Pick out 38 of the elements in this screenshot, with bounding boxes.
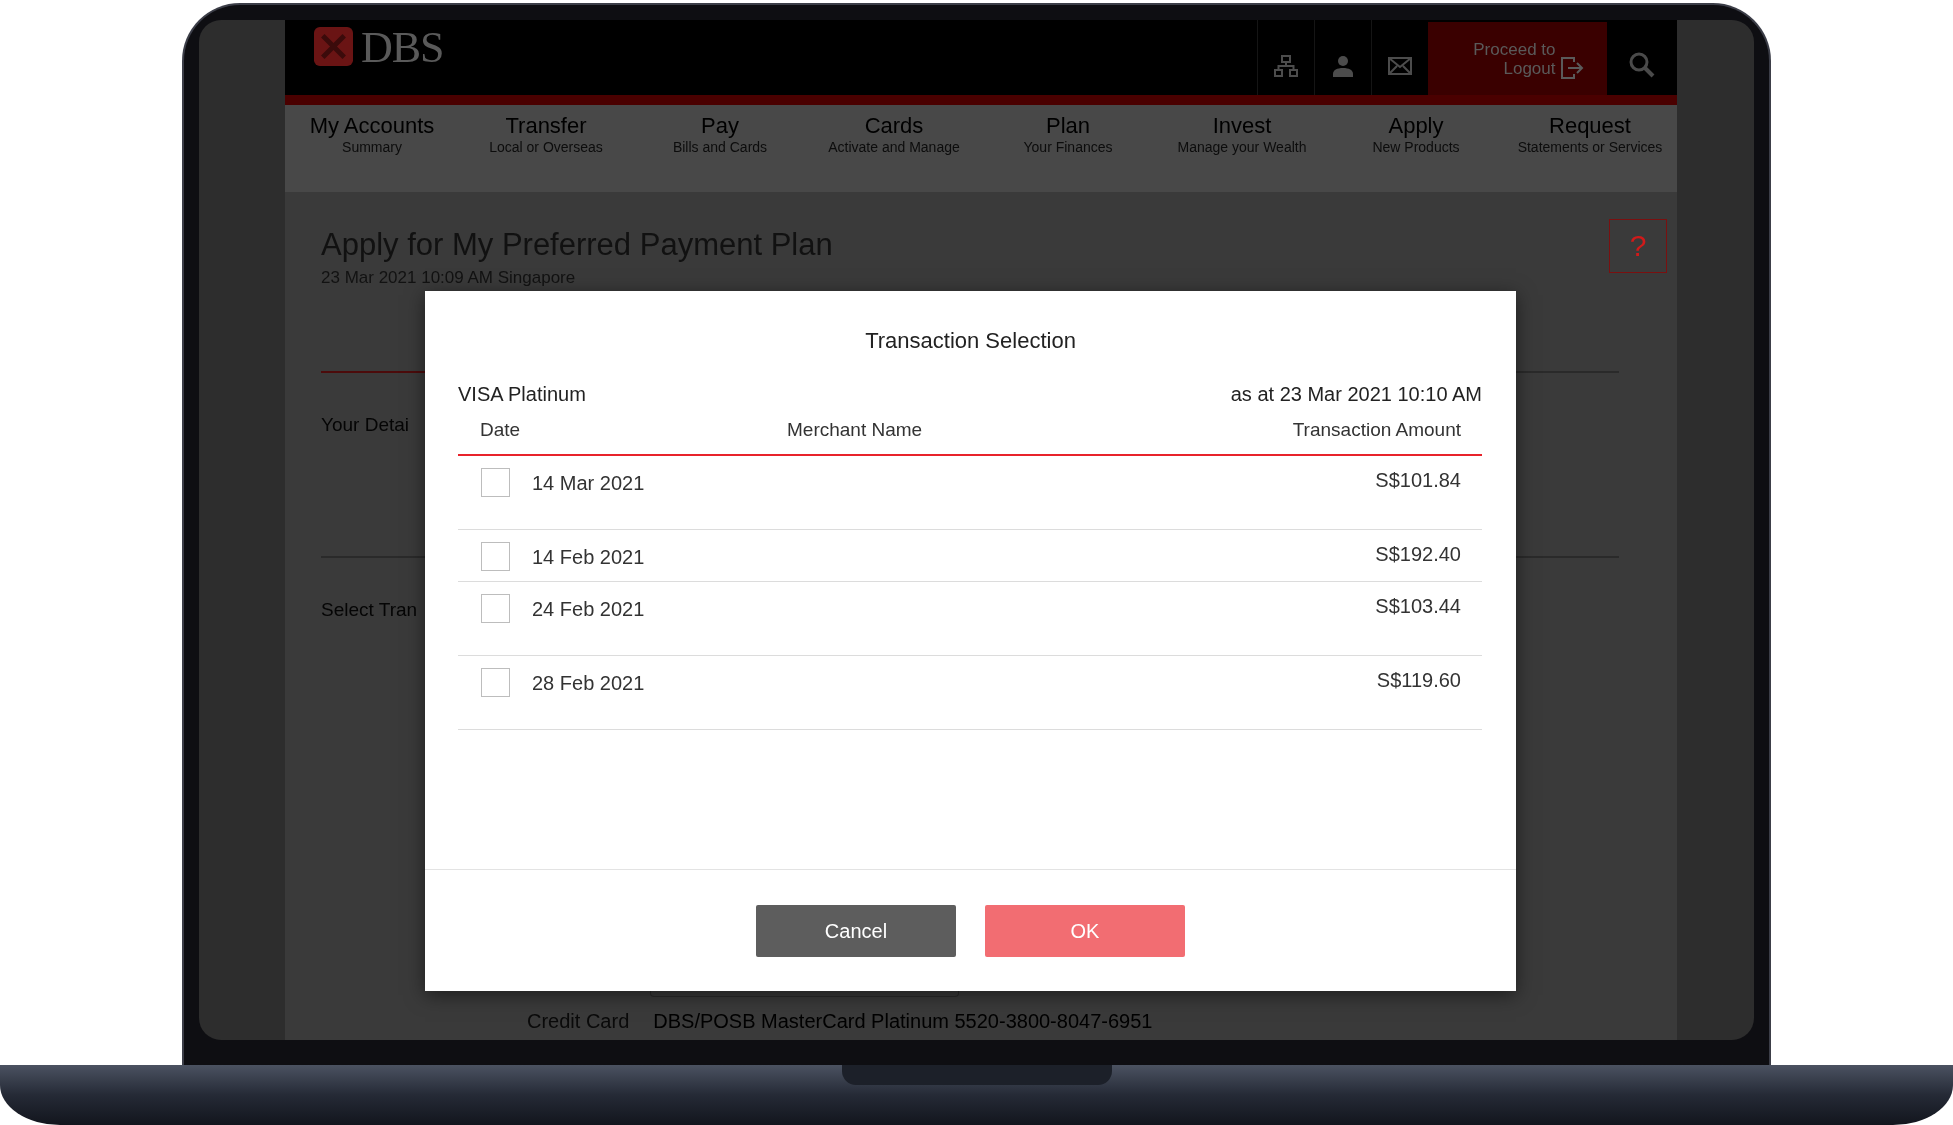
- nav-item[interactable]: Invest Manage your Wealth: [1155, 105, 1329, 192]
- sitemap-icon[interactable]: [1274, 54, 1298, 77]
- ok-button[interactable]: OK: [985, 904, 1185, 957]
- as-at-date: as at 23 Mar 2021 10:10 AM: [1230, 382, 1482, 406]
- date-cell: 28 Feb 2021: [532, 670, 645, 695]
- checkbox[interactable]: [481, 542, 510, 571]
- field-value: DBS/POSB MasterCard Platinum 5520-3800-8047-6951: [653, 1008, 1153, 1033]
- help-button[interactable]: ?: [1609, 219, 1667, 273]
- amount-cell: S$101.84: [1375, 468, 1461, 492]
- checkbox[interactable]: [481, 668, 510, 697]
- mail-icon[interactable]: [1388, 56, 1412, 75]
- column-header: Date: [480, 418, 521, 442]
- nav-item[interactable]: Cards Activate and Manage: [807, 105, 981, 192]
- cancel-button[interactable]: Cancel: [756, 904, 956, 957]
- date-cell: 14 Mar 2021: [532, 470, 645, 495]
- nav-item[interactable]: Pay Bills and Cards: [633, 105, 807, 192]
- logo-icon: [314, 27, 353, 66]
- nav-item[interactable]: Plan Your Finances: [981, 105, 1155, 192]
- column-header: Transaction Amount: [1292, 419, 1461, 440]
- checkbox[interactable]: [481, 594, 510, 623]
- nav-item[interactable]: Request Statements or Services: [1503, 105, 1677, 192]
- logout-icon: [1559, 55, 1584, 80]
- logout-button[interactable]: Proceed to Logout: [1428, 22, 1607, 95]
- column-header: Merchant Name: [787, 419, 923, 440]
- card-name: VISA Platinum: [458, 382, 586, 406]
- checkbox[interactable]: [481, 468, 510, 497]
- nav-item[interactable]: My Accounts Summary: [285, 105, 459, 192]
- logo-text: DBS: [361, 26, 444, 74]
- modal-title: Transaction Selection: [864, 328, 1077, 354]
- amount-cell: S$103.44: [1375, 594, 1461, 618]
- user-icon[interactable]: [1332, 54, 1354, 77]
- amount-cell: S$119.60: [1376, 668, 1461, 692]
- nav-item[interactable]: Apply New Products: [1329, 105, 1503, 192]
- date-cell: 14 Feb 2021: [532, 544, 645, 569]
- search-icon[interactable]: [1628, 50, 1656, 79]
- nav-item[interactable]: Transfer Local or Overseas: [459, 105, 633, 192]
- amount-cell: S$192.40: [1375, 542, 1461, 566]
- date-cell: 24 Feb 2021: [532, 596, 645, 621]
